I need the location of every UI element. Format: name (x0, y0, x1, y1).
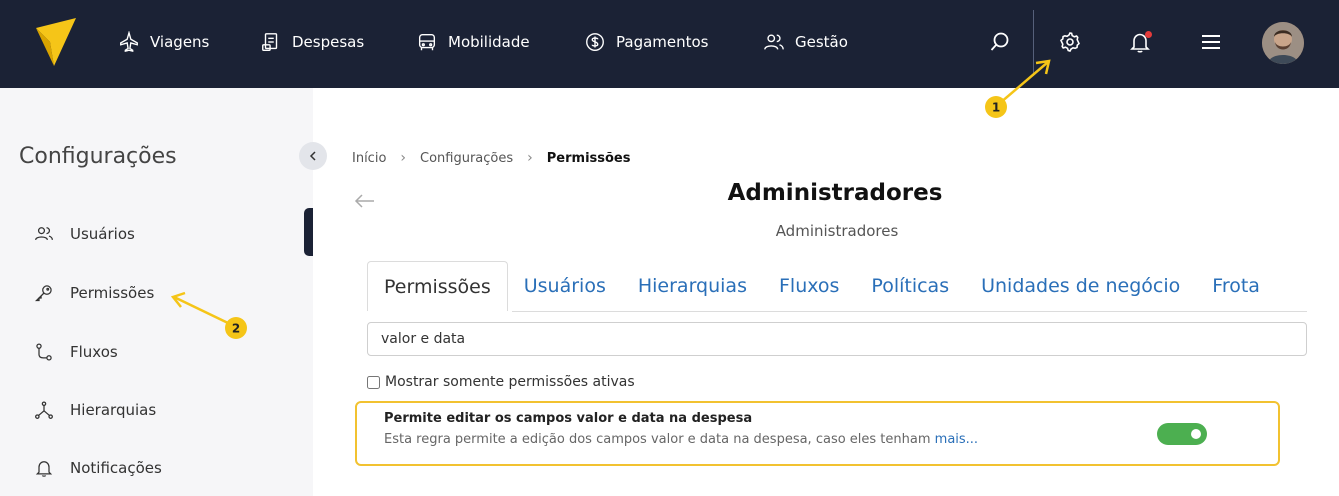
logo-icon[interactable] (36, 18, 76, 66)
tab-bar: Permissões Usuários Hierarquias Fluxos P… (367, 261, 1276, 311)
topbar-divider (1033, 10, 1034, 76)
nav-label: Viagens (150, 33, 210, 51)
breadcrumb-configuracoes[interactable]: Configurações (420, 151, 513, 166)
avatar[interactable] (1262, 22, 1304, 64)
receipt-icon (262, 33, 278, 51)
nav-label: Pagamentos (616, 33, 709, 51)
tab-frota[interactable]: Frota (1196, 261, 1276, 311)
collapse-sidebar-button[interactable] (299, 142, 327, 170)
gear-icon[interactable] (1058, 30, 1082, 54)
breadcrumb: Início › Configurações › Permissões (352, 150, 631, 166)
permission-description: Esta regra permite a edição dos campos v… (384, 432, 978, 447)
tab-unidades-de-negocio[interactable]: Unidades de negócio (965, 261, 1196, 311)
sidebar-item-label: Notificações (70, 459, 162, 477)
active-only-label: Mostrar somente permissões ativas (385, 374, 635, 390)
nav-mobilidade[interactable]: Mobilidade (416, 30, 530, 54)
toggle-knob (1191, 429, 1201, 439)
active-only-filter[interactable]: Mostrar somente permissões ativas (367, 374, 635, 390)
sidebar-item-fluxos[interactable]: Fluxos (34, 340, 118, 364)
permission-toggle[interactable] (1157, 423, 1207, 445)
breadcrumb-inicio[interactable]: Início (352, 151, 386, 166)
permission-search-input[interactable] (367, 322, 1307, 356)
search-icon[interactable] (988, 30, 1012, 54)
sidebar-title: Configurações (19, 144, 177, 169)
top-navigation-bar: Viagens Despesas Mobilidade Pagamentos G… (0, 0, 1339, 88)
permission-item: Permite editar os campos valor e data na… (355, 401, 1280, 466)
breadcrumb-current: Permissões (546, 150, 631, 166)
sidebar-item-label: Permissões (70, 284, 155, 302)
chevron-right-icon: › (400, 150, 407, 166)
annotation-badge-1: 1 (992, 101, 1000, 115)
nav-gestao[interactable]: Gestão (763, 30, 848, 54)
notification-dot (1145, 31, 1152, 38)
page-subtitle: Administradores (775, 222, 899, 240)
user-photo-icon (1262, 22, 1304, 64)
key-icon (34, 285, 52, 302)
users-icon (764, 34, 784, 50)
bell-icon (35, 461, 53, 477)
dollar-icon (586, 33, 604, 51)
page-title: Administradores (727, 180, 943, 206)
sidebar-item-label: Hierarquias (70, 401, 157, 419)
permission-description-text: Esta regra permite a edição dos campos v… (384, 432, 931, 447)
nav-despesas[interactable]: Despesas (260, 30, 364, 54)
nav-label: Despesas (292, 33, 365, 51)
tab-permissoes[interactable]: Permissões (367, 261, 508, 311)
tab-usuarios[interactable]: Usuários (508, 261, 622, 311)
chevron-right-icon: › (527, 150, 533, 166)
nav-viagens[interactable]: Viagens (118, 30, 209, 54)
chevron-left-icon (309, 151, 316, 161)
plane-icon (120, 31, 138, 53)
tab-politicas[interactable]: Políticas (855, 261, 965, 311)
nav-label: Gestão (795, 33, 848, 51)
permission-title: Permite editar os campos valor e data na… (384, 411, 753, 426)
nav-label: Mobilidade (448, 33, 530, 51)
sidebar-item-permissoes[interactable]: Permissões (34, 281, 154, 305)
tab-fluxos[interactable]: Fluxos (763, 261, 855, 311)
sidebar-item-hierarquias[interactable]: Hierarquias (34, 398, 156, 422)
tabs-divider (512, 311, 1307, 312)
sidebar: Configurações Usuários Permissões Fluxos… (0, 88, 313, 496)
flow-icon (36, 343, 52, 361)
car-icon (418, 33, 436, 51)
active-only-checkbox[interactable] (367, 375, 380, 389)
nav-pagamentos[interactable]: Pagamentos (584, 30, 709, 54)
sidebar-item-notificacoes[interactable]: Notificações (34, 456, 162, 480)
tab-hierarquias[interactable]: Hierarquias (622, 261, 763, 311)
menu-icon[interactable] (1199, 30, 1223, 54)
more-link[interactable]: mais... (935, 432, 978, 447)
hierarchy-icon (35, 401, 53, 419)
sidebar-item-label: Fluxos (70, 343, 118, 361)
